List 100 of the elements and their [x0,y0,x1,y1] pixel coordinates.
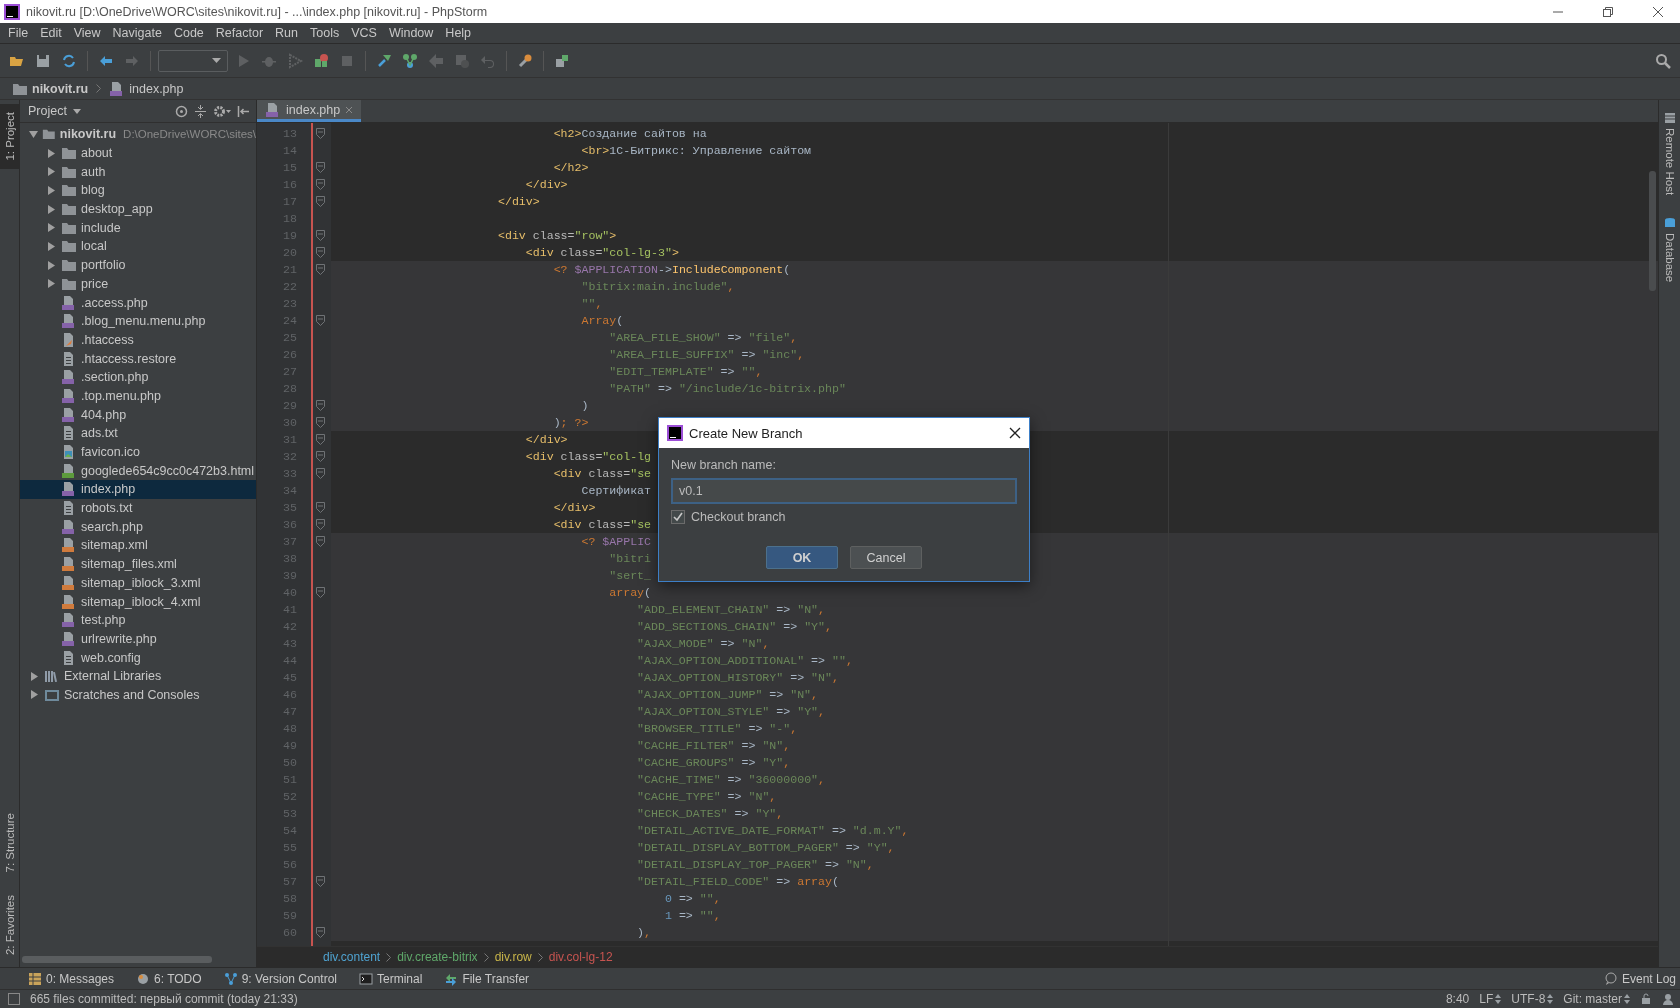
tree-item[interactable]: .htaccess.restore [20,349,256,368]
branch-name-field[interactable]: v0.1 [671,478,1017,504]
tool-window-tab[interactable]: 2: Favorites [0,886,19,963]
tool-window-tab[interactable]: Database [1659,209,1680,291]
menu-item[interactable]: Help [439,24,478,42]
tool-window-tab[interactable]: 0: Messages [24,971,119,986]
fold-marker-icon[interactable] [316,247,325,258]
caret-right-icon[interactable] [29,690,39,700]
tool-window-tab[interactable]: 7: Structure [0,805,19,881]
tree-item[interactable]: sitemap_iblock_3.xml [20,573,256,593]
tree-item[interactable]: desktop_app [20,199,256,219]
menu-item[interactable]: Code [167,24,210,42]
menu-item[interactable]: VCS [345,24,383,42]
fold-marker-icon[interactable] [316,876,325,887]
event-log-tab[interactable]: Event Log [1599,971,1680,986]
tree-item[interactable]: about [20,143,256,163]
tree-item[interactable]: price [20,274,256,294]
menu-item[interactable]: Tools [304,24,346,42]
tree-item[interactable]: portfolio [20,255,256,275]
menu-item[interactable]: Window [382,24,440,42]
fold-marker-icon[interactable] [316,417,325,428]
fold-marker-icon[interactable] [316,587,325,598]
menu-item[interactable]: View [67,24,107,42]
fold-marker-icon[interactable] [316,519,325,530]
tree-item[interactable]: sitemap_iblock_4.xml [20,592,256,611]
scrollbar-thumb[interactable] [22,956,212,963]
checkout-checkbox[interactable]: Checkout branch [671,510,1017,524]
project-view-dropdown[interactable]: Project [28,104,81,118]
caret-right-icon[interactable] [46,279,56,289]
person-icon[interactable] [1662,993,1674,1005]
tool-window-tab[interactable]: 1: Project [0,104,19,169]
fold-marker-icon[interactable] [316,451,325,462]
status-item[interactable]: UTF-8 [1511,992,1554,1006]
fold-marker-icon[interactable] [316,264,325,275]
editor-tab[interactable]: index.php [257,100,362,122]
tree-item[interactable]: .blog_menu.menu.php [20,311,256,331]
tool-window-tab[interactable]: 6: TODO [132,971,206,986]
tree-item[interactable]: googlede654c9cc0c472b3.html [20,461,256,481]
fold-marker-icon[interactable] [316,162,325,173]
breadcrumb[interactable]: div.col-lg-12 [548,950,613,964]
status-item[interactable]: LF [1479,992,1502,1006]
fold-marker-icon[interactable] [316,434,325,445]
menu-item[interactable]: Refactor [209,24,270,42]
tree-item[interactable]: index.php [20,480,256,499]
breadcrumb[interactable]: div.create-bitrix [397,950,478,964]
tree-item[interactable]: blog [20,181,256,200]
fold-marker-icon[interactable] [316,927,325,938]
tree-item[interactable]: local [20,237,256,256]
tool-window-tab[interactable]: Terminal [355,971,427,986]
tree-item[interactable]: sitemap.xml [20,536,256,555]
status-item[interactable]: 8:40 [1445,992,1470,1006]
fold-marker-icon[interactable] [316,536,325,547]
caret-right-icon[interactable] [29,671,39,681]
breadcrumb[interactable]: div.content [323,950,381,964]
navigation-crumb[interactable]: index.php [105,80,188,97]
menu-item[interactable]: Navigate [106,24,168,42]
fold-marker-icon[interactable] [316,400,325,411]
fold-marker-icon[interactable] [316,468,325,479]
tree-item[interactable]: Scratches and Consoles [20,685,256,705]
tree-item[interactable]: test.php [20,610,256,630]
gear-icon[interactable] [213,104,231,118]
fold-marker-icon[interactable] [316,179,325,190]
tree-item[interactable]: .access.php [20,293,256,312]
tree-item[interactable]: urlrewrite.php [20,629,256,649]
run-configuration-dropdown[interactable] [158,49,228,72]
caret-right-icon[interactable] [46,167,56,177]
locate-icon[interactable] [175,104,188,118]
caret-right-icon[interactable] [46,260,56,270]
fold-marker-icon[interactable] [316,196,325,207]
menu-item[interactable]: Run [269,24,304,42]
cancel-button[interactable]: Cancel [850,546,922,569]
menu-item[interactable]: Edit [34,24,68,42]
tree-item[interactable]: web.config [20,648,256,667]
ok-button[interactable]: OK [766,546,838,569]
tree-item[interactable]: nikovit.ru D:\OneDrive\WORC\sites\ [20,125,256,144]
lock-icon[interactable] [1640,993,1652,1005]
tool-window-tab[interactable]: File Transfer [440,971,534,986]
caret-down-icon[interactable] [28,129,38,139]
caret-right-icon[interactable] [46,148,56,158]
tool-window-tab[interactable]: 9: Version Control [219,971,341,986]
tree-item[interactable]: .top.menu.php [20,386,256,406]
fold-marker-icon[interactable] [316,502,325,513]
caret-right-icon[interactable] [46,241,56,251]
tool-window-tab[interactable]: Remote Host [1659,104,1680,204]
tree-item[interactable]: .htaccess [20,330,256,350]
tree-item[interactable]: robots.txt [20,498,256,518]
fold-marker-icon[interactable] [316,230,325,241]
hide-panel-icon[interactable] [237,104,250,118]
fold-marker-icon[interactable] [316,315,325,326]
tree-item[interactable]: External Libraries [20,666,256,686]
tree-item[interactable]: search.php [20,517,256,537]
tree-item[interactable]: favicon.ico [20,442,256,462]
tree-item[interactable]: include [20,218,256,238]
navigation-crumb[interactable]: nikovit.ru [8,80,93,97]
caret-right-icon[interactable] [46,223,56,233]
scrollbar-thumb[interactable] [1649,171,1656,291]
caret-right-icon[interactable] [46,204,56,214]
tree-item[interactable]: ads.txt [20,424,256,443]
tree-item[interactable]: sitemap_files.xml [20,554,256,574]
fold-marker-icon[interactable] [316,128,325,139]
